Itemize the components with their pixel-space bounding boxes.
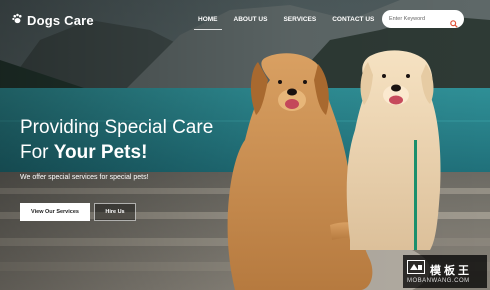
watermark-title: 模板王 xyxy=(430,264,472,277)
nav-home[interactable]: HOME xyxy=(190,14,226,30)
hire-us-button[interactable]: Hire Us xyxy=(94,203,136,221)
nav-services[interactable]: SERVICES xyxy=(275,14,324,26)
search-box xyxy=(382,10,464,28)
top-navbar: Dogs Care HOME ABOUT US SERVICES CONTACT… xyxy=(0,0,490,38)
nav-contact-us[interactable]: CONTACT US xyxy=(324,14,382,26)
hero-headline-prefix: For xyxy=(20,142,54,163)
brand-logo[interactable]: Dogs Care xyxy=(12,11,94,29)
watermark-url: MOBANWANG.COM xyxy=(407,278,470,284)
hero-headline-line2: For Your Pets! xyxy=(20,142,147,164)
brand-name: Dogs Care xyxy=(27,12,94,28)
watermark-logo-icon xyxy=(407,260,425,279)
nav-about-us[interactable]: ABOUT US xyxy=(226,14,276,26)
paw-icon xyxy=(12,11,23,29)
main-menu: HOME ABOUT US SERVICES CONTACT US xyxy=(190,14,382,30)
search-icon[interactable] xyxy=(450,15,458,28)
search-input[interactable] xyxy=(389,13,449,25)
hero-headline-line1: Providing Special Care xyxy=(20,117,214,138)
watermark-badge: 模板王 MOBANWANG.COM xyxy=(403,255,487,288)
view-our-services-button[interactable]: View Our Services xyxy=(20,203,90,221)
hero-headline-bold: Your Pets! xyxy=(53,142,148,163)
hero-subtext: We offer special services for special pe… xyxy=(20,174,149,181)
